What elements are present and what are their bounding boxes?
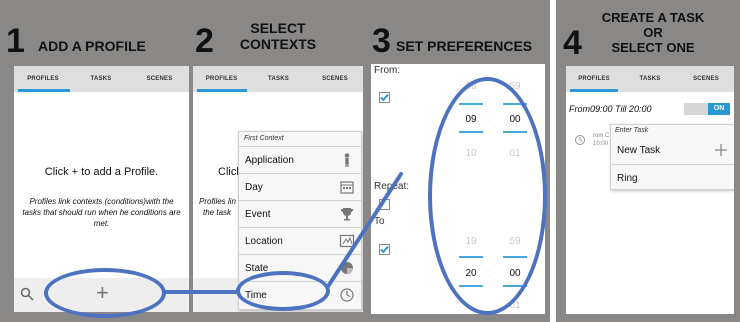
help-line-1: Profiles lin xyxy=(199,197,236,206)
menu-item-label: Ring xyxy=(617,173,638,184)
menu-item-label: Application xyxy=(245,155,294,166)
to-label: To xyxy=(374,216,385,227)
connector-line xyxy=(164,290,238,294)
menu-item-label: Location xyxy=(245,236,283,247)
step-4-title-line1: CREATE A TASK xyxy=(601,10,705,25)
menu-item-event[interactable]: Event xyxy=(239,200,361,228)
step-2-title-line2: CONTEXTS xyxy=(239,36,317,52)
empty-state-help: Profiles lin the task xyxy=(199,196,236,218)
step-3-number: 3 xyxy=(372,22,391,60)
step-2-title: SELECT CONTEXTS xyxy=(232,20,324,52)
trophy-icon xyxy=(341,208,353,221)
menu-item-label: New Task xyxy=(617,145,661,156)
context-line-2: 10:00 xyxy=(593,141,609,147)
step-1-title: ADD A PROFILE xyxy=(38,38,146,54)
tab-scenes[interactable]: SCENES xyxy=(307,76,363,82)
tab-bar: PROFILES TASKS SCENES xyxy=(566,66,734,92)
menu-header: Enter Task xyxy=(615,127,649,134)
tab-profiles[interactable]: PROFILES xyxy=(566,76,622,82)
search-icon[interactable] xyxy=(20,287,34,301)
help-line-2: the task xyxy=(203,208,232,217)
tab-active-indicator xyxy=(570,89,618,92)
step-4-title: CREATE A TASK OR SELECT ONE xyxy=(588,10,718,55)
check-icon xyxy=(380,93,389,102)
tab-active-indicator xyxy=(197,89,247,92)
enter-task-menu: Enter Task New Task Ring xyxy=(610,124,734,190)
tab-profiles[interactable]: PROFILES xyxy=(193,76,250,82)
empty-state-title: Click + to add a Profile. xyxy=(44,166,159,178)
step-3-title: SET PREFERENCES xyxy=(396,38,533,54)
clock-icon xyxy=(575,135,585,145)
profile-context-partial: rom C 10:00 xyxy=(593,132,609,148)
step-2-title-line1: SELECT xyxy=(250,20,306,36)
person-icon xyxy=(344,153,350,167)
tab-scenes[interactable]: SCENES xyxy=(678,76,734,82)
context-line-1: rom C xyxy=(593,133,610,139)
menu-item-label: Event xyxy=(245,209,271,220)
to-checkbox[interactable] xyxy=(379,244,390,255)
step-1-number: 1 xyxy=(6,22,25,60)
clock-icon xyxy=(340,288,354,302)
from-label: From: xyxy=(374,65,401,76)
panel-4-screen: PROFILES TASKS SCENES From09:00 Till 20:… xyxy=(566,66,734,314)
tab-bar: PROFILES TASKS SCENES xyxy=(14,66,189,92)
step-4-title-line3: SELECT ONE xyxy=(611,40,695,55)
from-checkbox[interactable] xyxy=(379,92,390,103)
empty-state-title: Clicl xyxy=(218,166,239,178)
tab-tasks[interactable]: TASKS xyxy=(622,76,678,82)
check-icon xyxy=(380,245,389,254)
menu-item-application[interactable]: Application xyxy=(239,146,361,174)
empty-state-help: Profiles link contexts (conditions)with … xyxy=(22,197,181,228)
step-2-number: 2 xyxy=(195,22,214,60)
menu-header: First Context xyxy=(244,135,284,142)
menu-item-new-task[interactable]: New Task xyxy=(611,137,734,164)
add-button-highlight xyxy=(44,268,166,318)
tab-tasks[interactable]: TASKS xyxy=(250,76,307,82)
toggle-on-label: ON xyxy=(708,103,730,115)
profile-toggle[interactable]: ON xyxy=(684,103,730,115)
tab-bar: PROFILES TASKS SCENES xyxy=(193,66,363,92)
time-item-highlight xyxy=(236,271,330,311)
time-picker-highlight xyxy=(428,77,547,315)
tab-profiles[interactable]: PROFILES xyxy=(14,76,72,82)
menu-item-location[interactable]: Location xyxy=(239,227,361,255)
step-4-number: 4 xyxy=(563,24,582,62)
tab-tasks[interactable]: TASKS xyxy=(72,76,130,82)
tab-scenes[interactable]: SCENES xyxy=(130,76,189,82)
menu-item-label: Day xyxy=(245,182,263,193)
plus-icon xyxy=(715,144,727,156)
step-4-title-line2: OR xyxy=(643,25,663,40)
calendar-icon xyxy=(340,181,354,194)
menu-item-day[interactable]: Day xyxy=(239,173,361,201)
menu-item-ring[interactable]: Ring xyxy=(611,164,734,192)
tab-active-indicator xyxy=(18,89,70,92)
profile-title[interactable]: From09:00 Till 20:00 xyxy=(569,104,651,114)
